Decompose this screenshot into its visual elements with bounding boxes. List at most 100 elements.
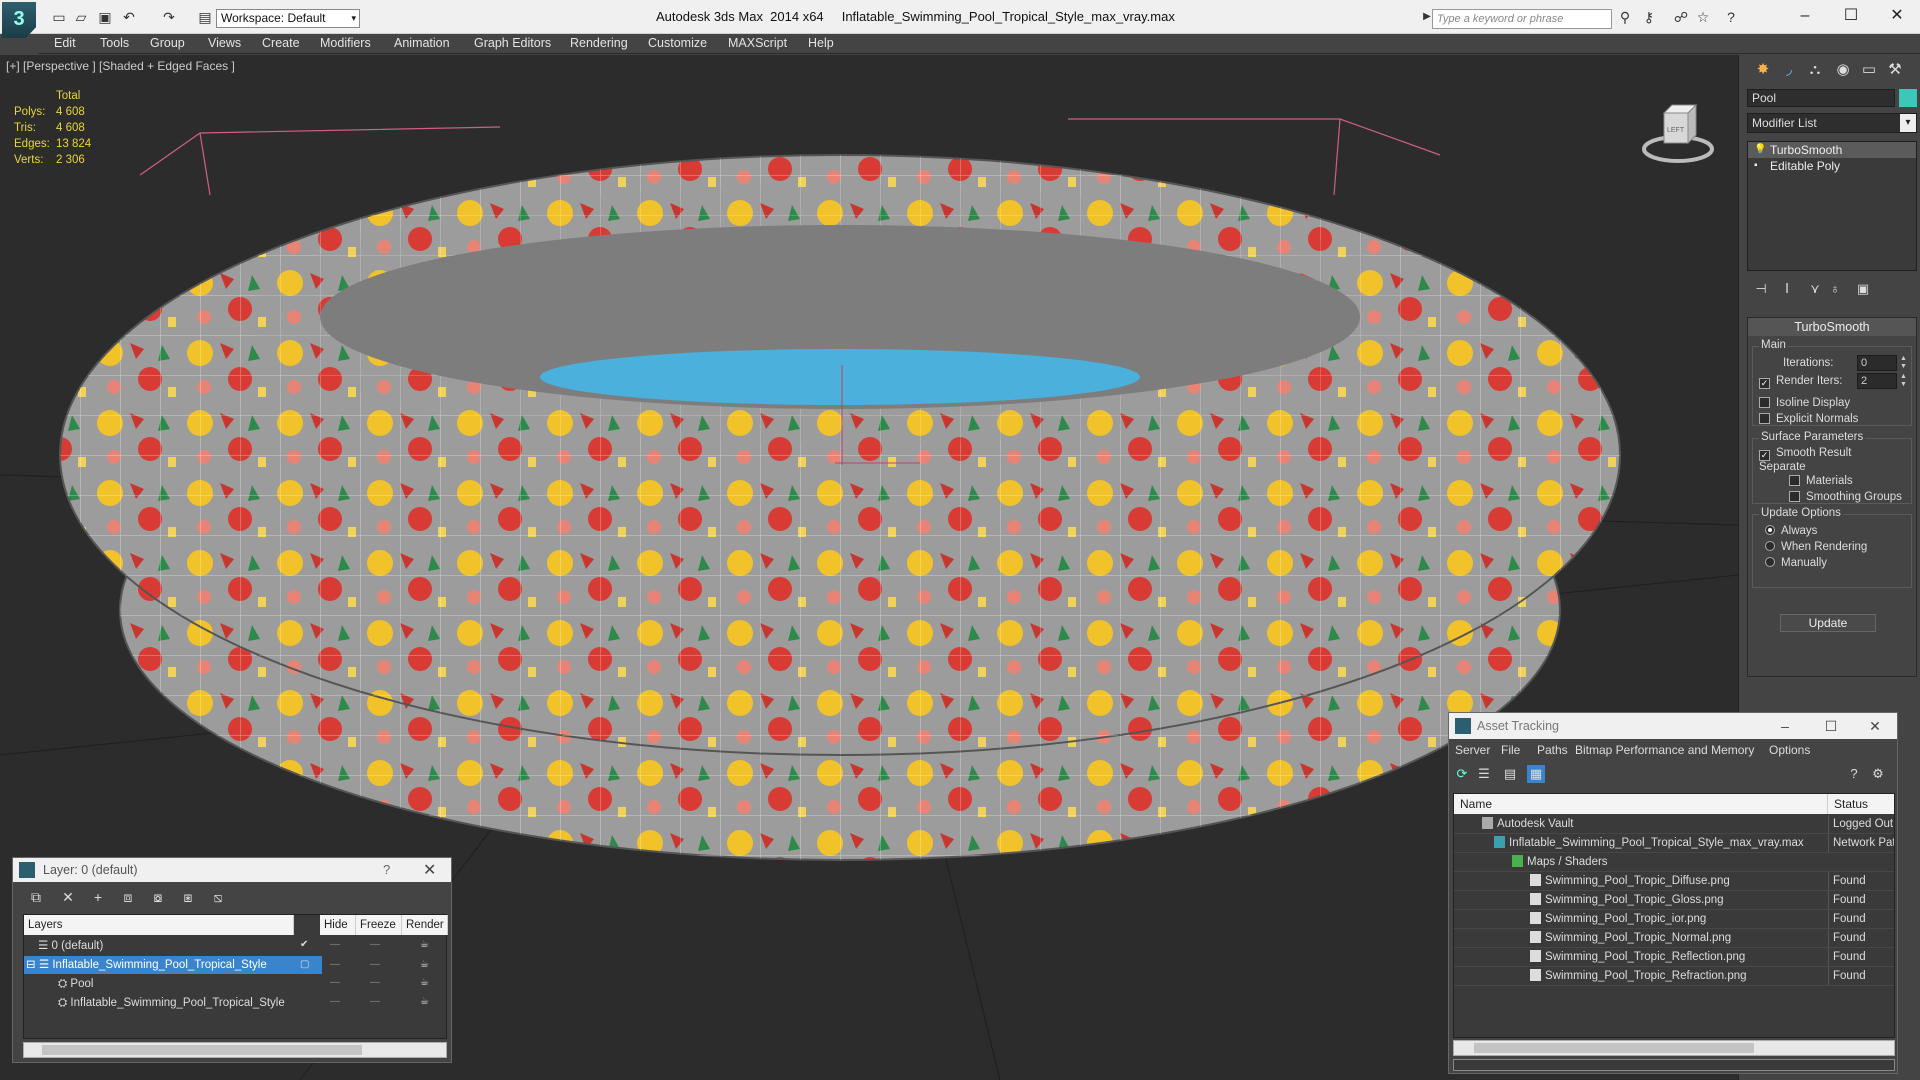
workspace-select[interactable]: Workspace: Default ▾ (216, 9, 360, 28)
lightbulb-icon[interactable]: 💡 (1754, 142, 1766, 158)
scrollbar-thumb[interactable] (42, 1045, 362, 1055)
menu-edit[interactable]: Edit (54, 36, 76, 50)
redo-icon[interactable]: ↷ (160, 9, 178, 25)
asset-row[interactable]: Swimming_Pool_Tropic_Normal.png Found (1454, 929, 1894, 948)
create-layer-icon[interactable]: ⧉ (27, 888, 45, 906)
add-to-layer-icon[interactable]: + (89, 888, 107, 906)
materials-checkbox[interactable]: Materials (1789, 475, 1853, 487)
viewport-label[interactable]: [+] [Perspective ] [Shaded + Edged Faces… (6, 59, 235, 73)
hide-toggle[interactable]: — (330, 977, 340, 988)
maximize-button[interactable]: ☐ (1828, 3, 1874, 29)
open-file-icon[interactable]: ▱ (72, 9, 90, 25)
checkbox-checked-icon[interactable]: ✓ (1759, 450, 1770, 461)
current-layer-check-icon[interactable]: ✔ (300, 939, 308, 950)
layer-row[interactable]: ☰ 0 (default) (24, 937, 322, 955)
menu-graph-editors[interactable]: Graph Editors (474, 36, 551, 50)
collapse-icon[interactable]: ⊟ (26, 959, 39, 971)
viewcube[interactable]: LEFT (1636, 91, 1716, 171)
menu-paths[interactable]: Paths (1537, 743, 1568, 757)
remove-modifier-icon[interactable]: ♁ (1825, 281, 1845, 299)
isoline-display-checkbox[interactable]: Isoline Display (1759, 397, 1850, 409)
menu-animation[interactable]: Animation (394, 36, 450, 50)
asset-window-titlebar[interactable]: Asset Tracking – ☐ ✕ (1449, 713, 1897, 739)
render-teapot-icon[interactable]: ☕ (420, 939, 429, 950)
menu-server[interactable]: Server (1455, 743, 1490, 757)
checkbox-icon[interactable] (1789, 475, 1800, 486)
horizontal-scrollbar[interactable] (23, 1042, 447, 1058)
current-layer-box-icon[interactable]: ▢ (300, 959, 309, 970)
object-color-swatch[interactable] (1899, 89, 1917, 107)
menu-options[interactable]: Options (1769, 743, 1810, 757)
asset-row[interactable]: Swimming_Pool_Tropic_Gloss.png Found (1454, 891, 1894, 910)
freeze-toggle[interactable]: — (370, 996, 380, 1007)
render-teapot-icon[interactable]: ☕ (420, 996, 429, 1007)
menu-help[interactable]: Help (808, 36, 834, 50)
hide-toggle[interactable]: — (330, 939, 340, 950)
refresh-icon[interactable]: ⟳ (1453, 765, 1471, 783)
column-header-name[interactable]: Name (1454, 794, 1828, 814)
utilities-tab-icon[interactable]: ⚒ (1881, 57, 1909, 83)
highlight-layer-icon[interactable]: ⧇ (149, 888, 167, 906)
smoothing-groups-checkbox[interactable]: Smoothing Groups (1789, 491, 1902, 503)
radio-icon[interactable] (1765, 557, 1775, 567)
object-row[interactable]: ⛭ Pool (24, 975, 322, 993)
settings-icon[interactable]: ⚙ (1869, 765, 1887, 783)
key-icon[interactable]: ⚷ (1640, 9, 1658, 25)
hide-toggle[interactable]: — (330, 959, 340, 970)
checkbox-icon[interactable] (1759, 413, 1770, 424)
expand-icon[interactable]: ▪ (1754, 158, 1758, 174)
motion-tab-icon[interactable]: ◉ (1829, 57, 1857, 83)
select-objects-icon[interactable]: ⧈ (119, 888, 137, 906)
asset-row[interactable]: Maps / Shaders (1454, 853, 1894, 872)
make-unique-icon[interactable]: ⋎ (1805, 281, 1825, 299)
rollout-title[interactable]: TurboSmooth (1748, 318, 1916, 336)
asset-row[interactable]: Swimming_Pool_Tropic_Diffuse.png Found (1454, 872, 1894, 891)
menu-group[interactable]: Group (150, 36, 185, 50)
asset-row[interactable]: Inflatable_Swimming_Pool_Tropical_Style_… (1454, 834, 1894, 853)
maximize-icon[interactable]: ☐ (1811, 715, 1851, 737)
hierarchy-tab-icon[interactable]: ⛬ (1801, 57, 1829, 83)
column-header-layers[interactable]: Layers (24, 915, 294, 935)
project-folder-icon[interactable]: ▤ (196, 9, 214, 25)
pin-stack-icon[interactable]: ⊣ (1751, 281, 1771, 299)
save-icon[interactable]: ▣ (96, 9, 114, 25)
stack-item-turbosmooth[interactable]: 💡 TurboSmooth (1748, 142, 1916, 158)
manually-radio[interactable]: Manually (1765, 557, 1827, 569)
help-icon[interactable]: ? (1722, 9, 1740, 25)
radio-selected-icon[interactable] (1765, 525, 1775, 535)
when-rendering-radio[interactable]: When Rendering (1765, 541, 1867, 553)
spinner-arrows-icon[interactable]: ▲ ▼ (1899, 355, 1908, 371)
create-tab-icon[interactable]: ✸ (1749, 57, 1777, 83)
render-iters-spinner[interactable]: 2 (1857, 373, 1897, 389)
smooth-result-checkbox[interactable]: ✓ Smooth Result (1759, 447, 1851, 461)
close-button[interactable]: ✕ (1874, 3, 1920, 29)
show-end-result-icon[interactable]: Ⅰ (1777, 281, 1797, 299)
column-header-status[interactable]: Status (1828, 794, 1894, 814)
column-header-render[interactable]: Render (402, 915, 448, 935)
favorites-star-icon[interactable]: ☆ (1694, 9, 1712, 25)
close-icon[interactable]: ✕ (1855, 715, 1895, 737)
checkbox-icon[interactable] (1789, 491, 1800, 502)
freeze-toggle[interactable]: — (370, 939, 380, 950)
asset-row[interactable]: Swimming_Pool_Tropic_ior.png Found (1454, 910, 1894, 929)
undo-icon[interactable]: ↶ (120, 9, 138, 25)
stack-item-editable-poly[interactable]: ▪ Editable Poly (1748, 158, 1916, 174)
menu-views[interactable]: Views (208, 36, 241, 50)
checkbox-icon[interactable] (1759, 397, 1770, 408)
binoculars-icon[interactable]: ⚲ (1616, 9, 1634, 25)
menu-file[interactable]: File (1501, 743, 1520, 757)
hide-all-icon[interactable]: ⧆ (179, 888, 197, 906)
asset-row[interactable]: Swimming_Pool_Tropic_Reflection.png Found (1454, 948, 1894, 967)
layer-window-titlebar[interactable]: Layer: 0 (default) ? ✕ (13, 858, 451, 882)
horizontal-scrollbar[interactable] (1453, 1040, 1895, 1056)
app-logo-button[interactable]: 3 (2, 2, 36, 38)
minimize-button[interactable]: – (1782, 3, 1828, 29)
always-radio[interactable]: Always (1765, 525, 1817, 537)
render-teapot-icon[interactable]: ☕ (420, 977, 429, 988)
render-iters-row[interactable]: ✓ Render Iters: (1759, 375, 1842, 389)
menu-customize[interactable]: Customize (648, 36, 707, 50)
delete-layer-icon[interactable]: ✕ (59, 888, 77, 906)
table-view-icon[interactable]: ▦ (1527, 765, 1545, 783)
menu-maxscript[interactable]: MAXScript (728, 36, 787, 50)
display-tab-icon[interactable]: ▭ (1855, 57, 1883, 83)
